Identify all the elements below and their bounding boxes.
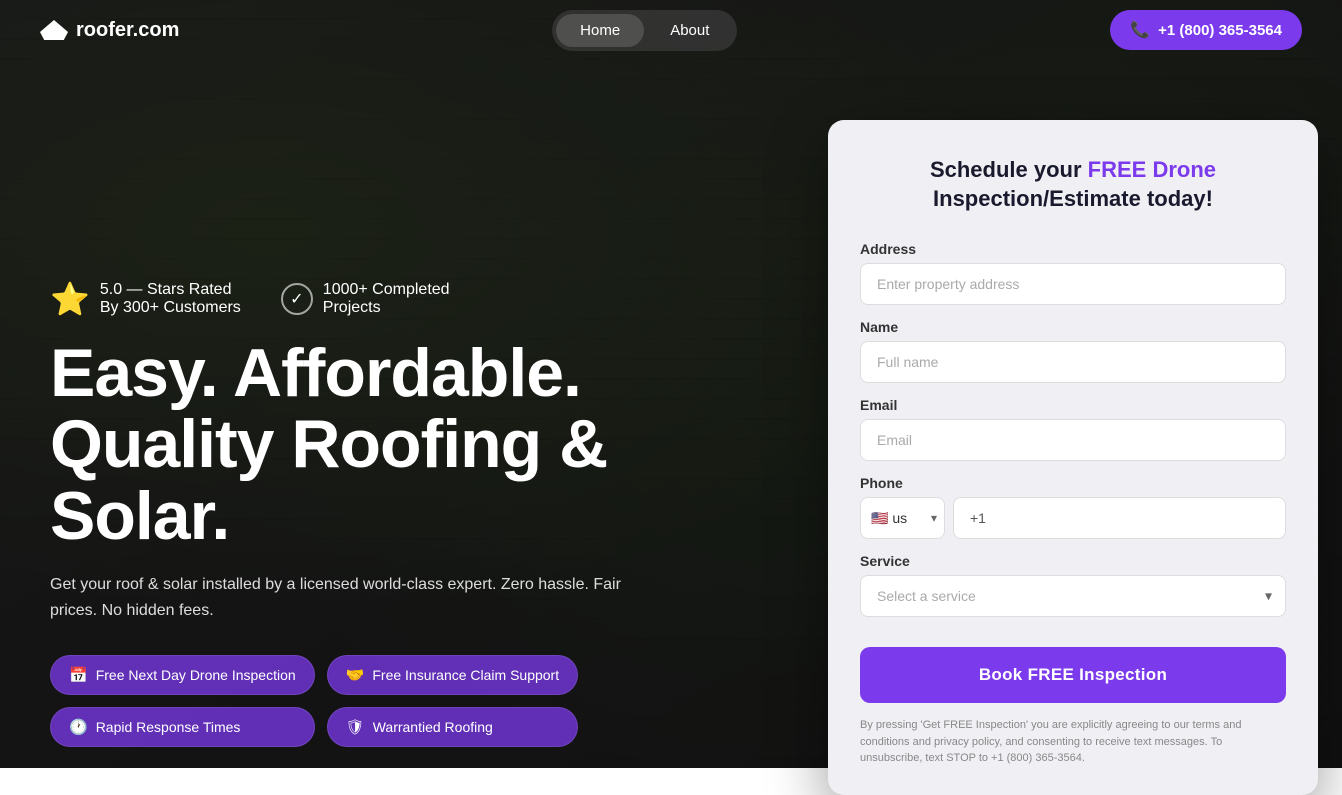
hero-title-line1: Easy. Affordable.	[50, 338, 770, 409]
badge-drone-inspection[interactable]: 📅 Free Next Day Drone Inspection	[50, 655, 315, 695]
badges-grid: 📅 Free Next Day Drone Inspection 🤝 Free …	[50, 655, 578, 747]
projects-item: ✓ 1000+ Completed Projects	[281, 281, 450, 317]
rating-row: ⭐ 5.0 — Stars Rated By 300+ Customers ✓ …	[50, 280, 770, 318]
phone-button[interactable]: 📞 +1 (800) 365-3564	[1110, 10, 1302, 50]
phone-group: Phone 🇺🇸 us 🇨🇦 ca 🇬🇧 gb	[860, 475, 1286, 539]
service-select[interactable]: Select a service Roof Inspection Roof Re…	[860, 575, 1286, 617]
name-input[interactable]	[860, 341, 1286, 383]
form-title: Schedule your FREE DroneInspection/Estim…	[860, 156, 1286, 213]
service-label: Service	[860, 553, 1286, 569]
shield-icon: 🛡	[346, 718, 365, 736]
badge-drone-label: Free Next Day Drone Inspection	[96, 667, 296, 683]
hero-subtitle: Get your roof & solar installed by a lic…	[50, 572, 630, 623]
email-input[interactable]	[860, 419, 1286, 461]
address-input[interactable]	[860, 263, 1286, 305]
phone-input[interactable]	[953, 497, 1286, 539]
address-group: Address	[860, 241, 1286, 305]
badge-insurance-label: Free Insurance Claim Support	[372, 667, 559, 683]
form-panel: Schedule your FREE DroneInspection/Estim…	[828, 120, 1318, 795]
service-select-wrap: Select a service Roof Inspection Roof Re…	[860, 575, 1286, 617]
disclaimer-text: By pressing 'Get FREE Inspection' you ar…	[860, 717, 1286, 767]
brand-name: roofer.com	[76, 19, 179, 42]
nav-about[interactable]: About	[646, 14, 733, 47]
rating-customers: By 300+ Customers	[100, 299, 241, 317]
phone-number: +1 (800) 365-3564	[1158, 22, 1282, 39]
rating-score: 5.0 — Stars Rated	[100, 281, 241, 299]
badge-warranty-label: Warrantied Roofing	[373, 719, 493, 735]
hero-title-line2: Quality Roofing & Solar.	[50, 409, 770, 552]
star-icon: ⭐	[50, 280, 90, 318]
phone-icon: 📞	[1130, 20, 1150, 40]
badge-response[interactable]: 🕐 Rapid Response Times	[50, 707, 315, 747]
phone-label: Phone	[860, 475, 1286, 491]
badge-warranty[interactable]: 🛡 Warrantied Roofing	[327, 707, 578, 747]
name-group: Name	[860, 319, 1286, 383]
rating-item: ⭐ 5.0 — Stars Rated By 300+ Customers	[50, 280, 241, 318]
address-label: Address	[860, 241, 1286, 257]
clock-icon: 🕐	[69, 718, 88, 736]
nav-menu: Home About	[552, 10, 737, 51]
projects-count: 1000+ Completed	[323, 281, 450, 299]
service-group: Service Select a service Roof Inspection…	[860, 553, 1286, 617]
country-select-wrap: 🇺🇸 us 🇨🇦 ca 🇬🇧 gb	[860, 497, 945, 539]
name-label: Name	[860, 319, 1286, 335]
logo[interactable]: roofer.com	[40, 19, 179, 42]
projects-label: Projects	[323, 299, 450, 317]
calendar-icon: 📅	[69, 666, 88, 684]
email-label: Email	[860, 397, 1286, 413]
book-button[interactable]: Book FREE Inspection	[860, 647, 1286, 703]
navbar: roofer.com Home About 📞 +1 (800) 365-356…	[0, 0, 1342, 60]
form-title-highlight: FREE Drone	[1088, 157, 1216, 182]
nav-home[interactable]: Home	[556, 14, 644, 47]
rating-text: 5.0 — Stars Rated By 300+ Customers	[100, 281, 241, 317]
country-select[interactable]: 🇺🇸 us 🇨🇦 ca 🇬🇧 gb	[860, 497, 945, 539]
hero-title: Easy. Affordable. Quality Roofing & Sola…	[50, 338, 770, 552]
heart-icon: 🤝	[346, 666, 365, 684]
projects-text: 1000+ Completed Projects	[323, 281, 450, 317]
check-circle-icon: ✓	[281, 283, 313, 315]
phone-row: 🇺🇸 us 🇨🇦 ca 🇬🇧 gb	[860, 497, 1286, 539]
email-group: Email	[860, 397, 1286, 461]
hero-content: ⭐ 5.0 — Stars Rated By 300+ Customers ✓ …	[50, 80, 770, 747]
logo-icon	[40, 20, 68, 40]
badge-response-label: Rapid Response Times	[96, 719, 241, 735]
badge-insurance[interactable]: 🤝 Free Insurance Claim Support	[327, 655, 578, 695]
